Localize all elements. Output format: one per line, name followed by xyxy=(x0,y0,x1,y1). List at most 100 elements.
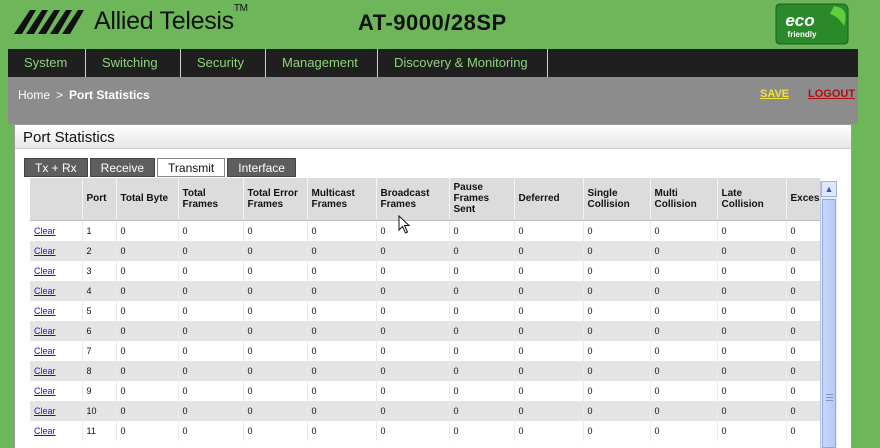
table-cell: 0 xyxy=(116,280,179,301)
table-cell: 0 xyxy=(376,320,450,341)
breadcrumb: Home > Port Statistics xyxy=(18,88,150,102)
table-cell: 0 xyxy=(449,420,515,441)
column-header: Total Frames xyxy=(178,178,244,221)
table-cell: 0 xyxy=(449,220,515,241)
breadcrumb-home[interactable]: Home xyxy=(18,88,50,102)
save-button[interactable]: SAVE xyxy=(760,88,789,100)
clear-link[interactable]: Clear xyxy=(34,306,56,316)
port-number: 11 xyxy=(82,420,117,441)
table-cell: 0 xyxy=(307,400,377,421)
table-cell: 0 xyxy=(514,280,584,301)
nav-item-switching[interactable]: Switching xyxy=(86,49,181,77)
table-cell: 0 xyxy=(376,220,450,241)
nav-item-system[interactable]: System xyxy=(8,49,86,77)
nav-item-security[interactable]: Security xyxy=(181,49,266,77)
clear-link[interactable]: Clear xyxy=(34,246,56,256)
table-cell: 0 xyxy=(116,420,179,441)
table-cell: 0 xyxy=(243,420,308,441)
table-cell: 0 xyxy=(307,300,377,321)
table-cell: 0 xyxy=(307,360,377,381)
table-cell: Clear xyxy=(30,360,83,381)
table-cell: 0 xyxy=(717,260,787,281)
table-cell: 0 xyxy=(583,340,651,361)
tab-receive[interactable]: Receive xyxy=(89,158,156,177)
table-cell: 0 xyxy=(583,220,651,241)
table-cell: 0 xyxy=(243,380,308,401)
tab-interface[interactable]: Interface xyxy=(227,158,296,177)
tab-transmit[interactable]: Transmit xyxy=(157,158,226,177)
scroll-grip xyxy=(826,400,833,401)
table-row: Clear 10 0 0 0 0 0 0 0 0 0 0 0 xyxy=(30,400,820,421)
port-number: 1 xyxy=(82,220,117,241)
port-number: 8 xyxy=(82,360,117,381)
table-cell: 0 xyxy=(178,420,244,441)
main-nav: System Switching Security Management Dis… xyxy=(8,49,858,77)
table-cell: 0 xyxy=(449,280,515,301)
tab-tx-rx[interactable]: Tx + Rx xyxy=(24,158,88,177)
table-cell: 0 xyxy=(583,320,651,341)
vertical-scrollbar[interactable]: ▲ xyxy=(820,181,837,448)
table-cell: 0 xyxy=(583,380,651,401)
table-cell: 0 xyxy=(650,320,718,341)
clear-link[interactable]: Clear xyxy=(34,366,56,376)
column-header: Deferred xyxy=(514,178,584,221)
table-cell: 0 xyxy=(514,220,584,241)
table-cell: 0 xyxy=(650,380,718,401)
clear-link[interactable]: Clear xyxy=(34,386,56,396)
eco-friendly-badge-icon: eco friendly xyxy=(775,3,849,45)
table-cell: 0 xyxy=(717,380,787,401)
clear-link[interactable]: Clear xyxy=(34,326,56,336)
clear-link[interactable]: Clear xyxy=(34,226,56,236)
scroll-thumb[interactable] xyxy=(822,199,836,448)
column-header: Multicast Frames xyxy=(307,178,377,221)
table-cell: 0 xyxy=(243,220,308,241)
table-body: Clear 1 0 0 0 0 0 0 0 0 0 0 0 Clear 2 0 0 0 0 0 0 0 0 0 0 0 Clear 3… xyxy=(30,220,820,441)
clear-link[interactable]: Clear xyxy=(34,286,56,296)
logout-button[interactable]: LOGOUT xyxy=(808,88,855,100)
table-cell: 0 xyxy=(786,380,820,401)
statistics-table: Port Total Byte Total Frames Total Error Fr… xyxy=(30,178,820,441)
table-row: Clear 7 0 0 0 0 0 0 0 0 0 0 0 xyxy=(30,340,820,361)
table-cell: 0 xyxy=(376,280,450,301)
table-cell: 0 xyxy=(583,420,651,441)
scroll-up-icon[interactable]: ▲ xyxy=(821,181,837,197)
table-cell: 0 xyxy=(514,340,584,361)
nav-item-management[interactable]: Management xyxy=(266,49,378,77)
table-cell: 0 xyxy=(243,240,308,261)
breadcrumb-current: Port Statistics xyxy=(69,88,150,102)
nav-item-discovery-monitoring[interactable]: Discovery & Monitoring xyxy=(378,49,548,77)
table-cell: 0 xyxy=(786,280,820,301)
table-cell: Clear xyxy=(30,340,83,361)
table-cell: 0 xyxy=(116,240,179,261)
table-cell: 0 xyxy=(449,260,515,281)
table-cell: 0 xyxy=(116,400,179,421)
table-cell: 0 xyxy=(717,280,787,301)
table-cell: 0 xyxy=(449,300,515,321)
clear-link[interactable]: Clear xyxy=(34,426,56,436)
table-cell: 0 xyxy=(514,240,584,261)
clear-link[interactable]: Clear xyxy=(34,266,56,276)
table-cell: 0 xyxy=(243,400,308,421)
table-cell: 0 xyxy=(650,340,718,361)
port-number: 7 xyxy=(82,340,117,361)
table-row: Clear 3 0 0 0 0 0 0 0 0 0 0 0 xyxy=(30,260,820,281)
table-cell: 0 xyxy=(449,360,515,381)
table-cell: 0 xyxy=(786,240,820,261)
table-cell: 0 xyxy=(583,360,651,381)
table-cell: 0 xyxy=(243,280,308,301)
port-number: 4 xyxy=(82,280,117,301)
port-number: 2 xyxy=(82,240,117,261)
table-cell: 0 xyxy=(116,320,179,341)
table-cell: 0 xyxy=(717,340,787,361)
table-cell: 0 xyxy=(650,220,718,241)
table-cell: 0 xyxy=(116,380,179,401)
table-cell: 0 xyxy=(650,420,718,441)
table-cell: 0 xyxy=(307,320,377,341)
clear-link[interactable]: Clear xyxy=(34,346,56,356)
table-cell: 0 xyxy=(514,420,584,441)
table-cell: 0 xyxy=(786,220,820,241)
clear-link[interactable]: Clear xyxy=(34,406,56,416)
eco-badge-bottom: friendly xyxy=(788,30,817,39)
column-header-action xyxy=(30,178,83,221)
table-cell: 0 xyxy=(717,320,787,341)
